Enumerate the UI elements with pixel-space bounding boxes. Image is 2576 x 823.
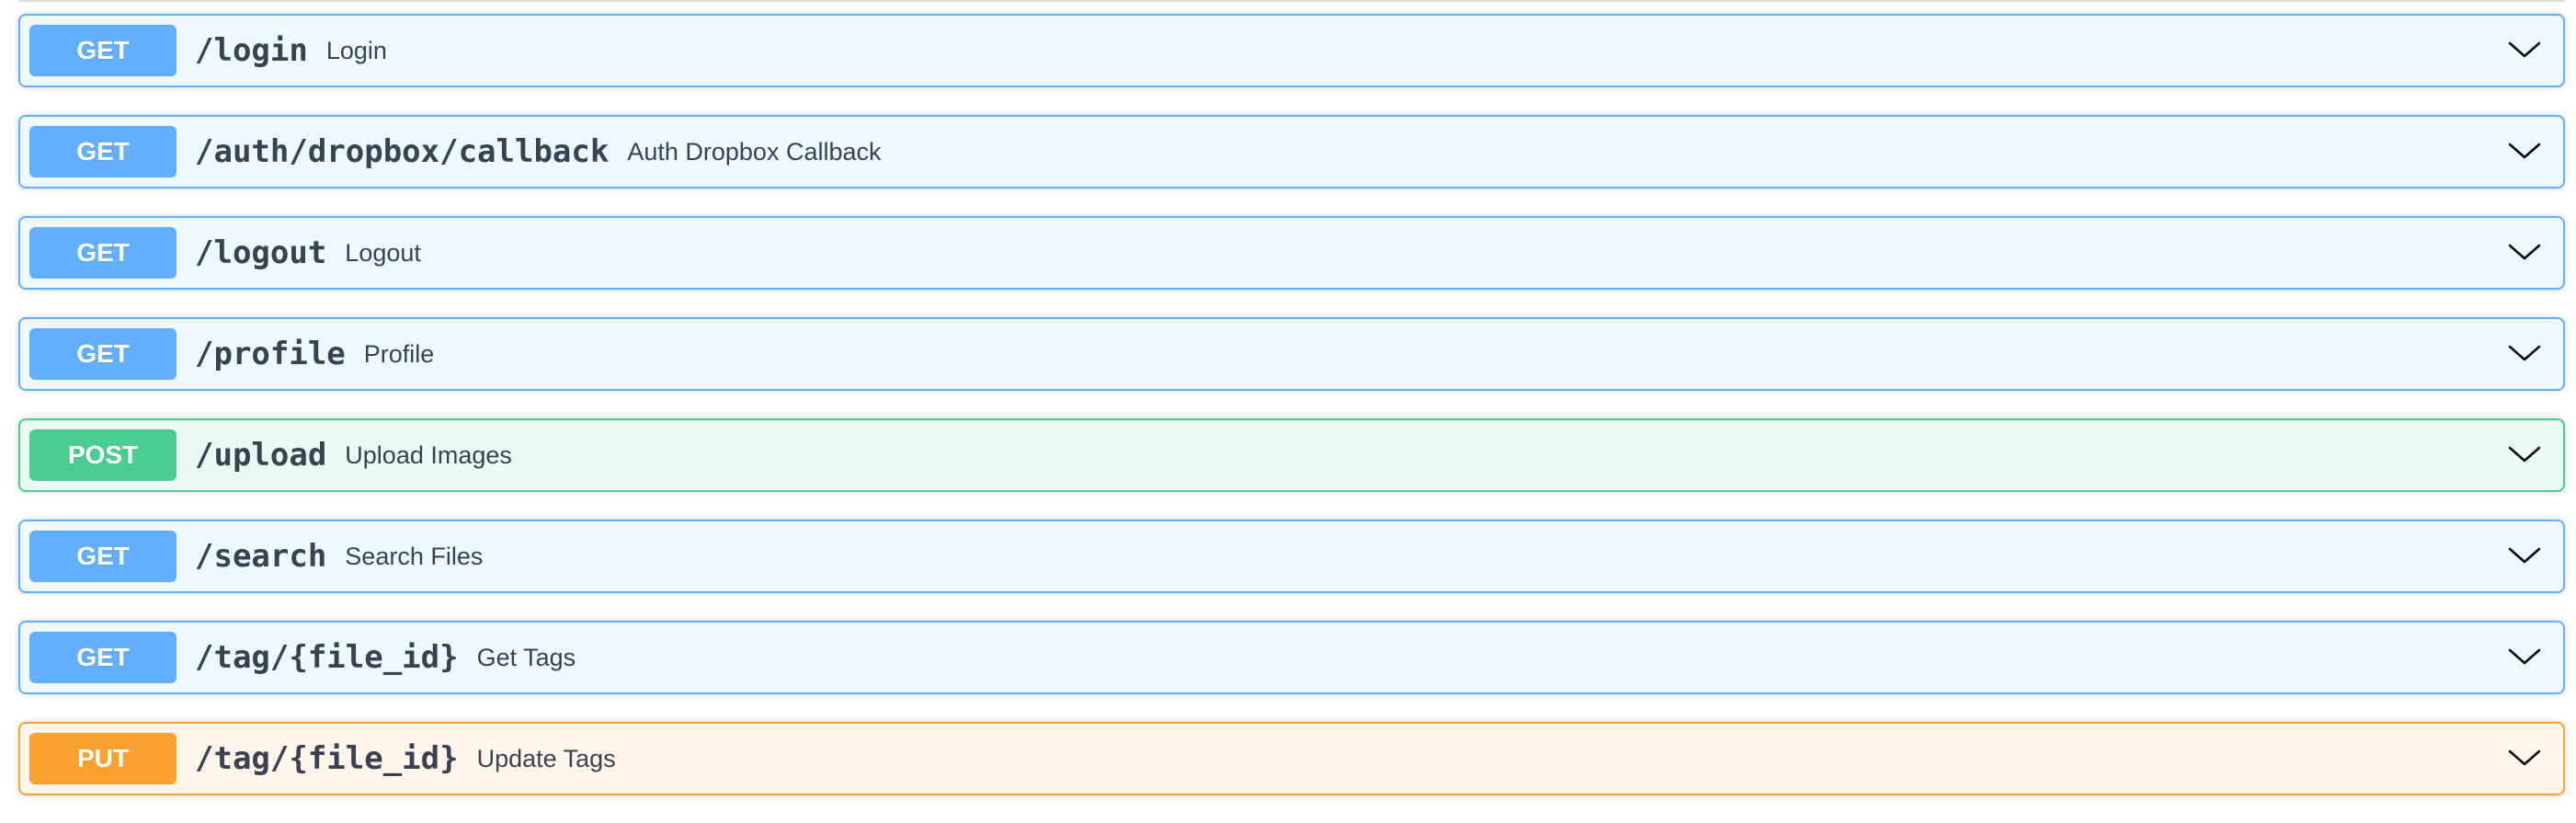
operation-post-upload[interactable]: POST /upload Upload Images: [18, 418, 2565, 492]
operation-summary: Profile: [363, 339, 435, 368]
operation-get-tag[interactable]: GET /tag/{file_id} Get Tags: [18, 621, 2565, 694]
method-badge: GET: [29, 531, 177, 582]
operation-summary: Get Tags: [476, 643, 576, 671]
operation-path[interactable]: /profile: [195, 336, 346, 372]
method-badge: GET: [29, 632, 177, 683]
chevron-down-icon[interactable]: [2504, 738, 2545, 779]
operation-get-profile[interactable]: GET /profile Profile: [18, 317, 2565, 391]
operation-get-auth-dropbox-callback[interactable]: GET /auth/dropbox/callback Auth Dropbox …: [18, 115, 2565, 189]
operation-put-tag[interactable]: PUT /tag/{file_id} Update Tags: [18, 722, 2565, 795]
method-badge: GET: [29, 328, 177, 380]
operation-path[interactable]: /auth/dropbox/callback: [195, 133, 609, 170]
operation-path[interactable]: /tag/{file_id}: [195, 639, 459, 676]
chevron-down-icon[interactable]: [2504, 637, 2545, 678]
method-badge: GET: [29, 126, 177, 177]
operation-get-search[interactable]: GET /search Search Files: [18, 520, 2565, 593]
operation-summary: Logout: [345, 238, 421, 267]
chevron-down-icon[interactable]: [2504, 233, 2545, 273]
operation-path[interactable]: /search: [195, 538, 326, 575]
chevron-down-icon[interactable]: [2504, 131, 2545, 172]
operation-summary: Search Files: [345, 542, 484, 570]
method-badge: GET: [29, 25, 177, 76]
operations-list: GET /login Login GET /auth/dropbox/callb…: [18, 14, 2565, 823]
operation-summary: Auth Dropbox Callback: [627, 137, 882, 166]
operation-summary: Update Tags: [476, 744, 616, 772]
method-badge: GET: [29, 227, 177, 279]
operation-path[interactable]: /upload: [195, 437, 326, 474]
chevron-down-icon[interactable]: [2504, 536, 2545, 577]
method-badge: POST: [29, 429, 177, 481]
operation-summary: Upload Images: [345, 440, 512, 469]
top-divider: [18, 0, 2565, 2]
operation-path[interactable]: /tag/{file_id}: [195, 740, 459, 777]
operation-get-login[interactable]: GET /login Login: [18, 14, 2565, 87]
operation-get-logout[interactable]: GET /logout Logout: [18, 216, 2565, 290]
method-badge: PUT: [29, 733, 177, 784]
chevron-down-icon[interactable]: [2504, 30, 2545, 71]
operation-path[interactable]: /login: [195, 32, 308, 69]
chevron-down-icon[interactable]: [2504, 435, 2545, 475]
operation-path[interactable]: /logout: [195, 234, 326, 271]
chevron-down-icon[interactable]: [2504, 334, 2545, 374]
operation-summary: Login: [325, 36, 387, 64]
